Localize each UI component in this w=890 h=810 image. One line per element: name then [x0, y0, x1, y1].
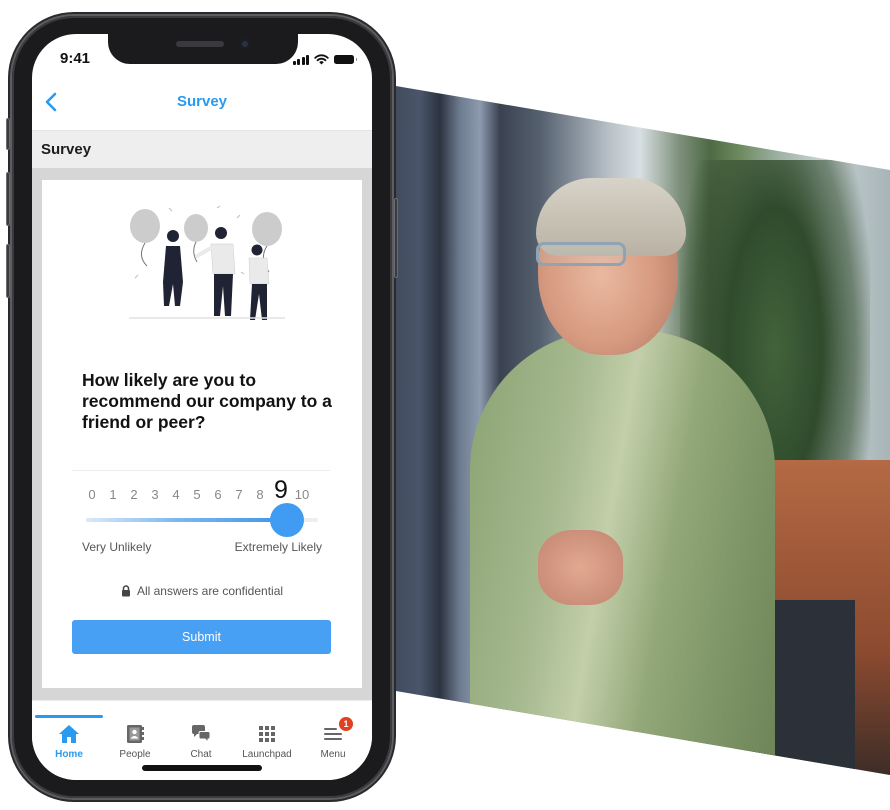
signal-icon — [292, 54, 309, 65]
phone-frame: 9:41 Survey Survey How likely are you to… — [6, 16, 398, 798]
slider-fill — [86, 518, 288, 522]
woman-in-green-blouse-photo — [390, 85, 890, 775]
woman-hands — [538, 530, 623, 605]
divider — [72, 470, 330, 471]
people-with-balloons-illustration — [129, 205, 285, 320]
scale-option-4[interactable]: 4 — [172, 487, 179, 502]
power-button — [394, 198, 398, 278]
navigation-bar: Survey — [32, 78, 372, 126]
phone-screen: 9:41 Survey Survey How likely are you to… — [32, 34, 372, 780]
scale-option-2[interactable]: 2 — [130, 487, 137, 502]
scale-option-1[interactable]: 1 — [109, 487, 116, 502]
tab-label: People — [119, 749, 151, 760]
scale-option-9[interactable]: 9 — [274, 476, 288, 505]
scale-option-8[interactable]: 8 — [256, 487, 263, 502]
home-icon — [59, 725, 79, 743]
menu-icon-wrapper: 1 — [322, 717, 353, 745]
home-indicator — [142, 765, 262, 771]
notch — [108, 34, 298, 64]
mute-switch — [6, 118, 10, 150]
tab-chat[interactable]: Chat — [167, 723, 235, 760]
survey-card: How likely are you to recommend our comp… — [42, 180, 362, 688]
tab-home[interactable]: Home — [35, 723, 103, 760]
scale-option-0[interactable]: 0 — [88, 487, 95, 502]
confidential-note: All answers are confidential — [42, 584, 362, 598]
tab-label: Home — [55, 749, 83, 760]
scale-option-3[interactable]: 3 — [151, 487, 158, 502]
status-icons — [292, 54, 357, 65]
section-header: Survey — [32, 130, 372, 168]
tab-menu[interactable]: 1 Menu — [299, 717, 367, 760]
label-very-unlikely: Very Unlikely — [82, 540, 152, 554]
tab-label: Chat — [190, 749, 212, 760]
scale-option-7[interactable]: 7 — [235, 487, 242, 502]
survey-question: How likely are you to recommend our comp… — [82, 370, 332, 432]
confidential-text: All answers are confidential — [136, 584, 284, 598]
notification-badge: 1 — [339, 717, 353, 731]
status-time: 9:41 — [60, 50, 91, 67]
label-extremely-likely: Extremely Likely — [234, 540, 322, 554]
woman-glasses — [536, 242, 626, 266]
lock-icon — [121, 585, 130, 597]
page-title: Survey — [176, 93, 228, 110]
front-camera — [240, 39, 250, 49]
speaker — [176, 41, 224, 47]
tab-label: Launchpad — [242, 749, 292, 760]
wifi-icon — [314, 54, 329, 65]
rating-scale: 0 1 2 3 4 5 6 7 8 9 10 — [88, 476, 322, 505]
scale-option-10[interactable]: 10 — [295, 487, 309, 502]
volume-up-button — [6, 172, 10, 226]
volume-down-button — [6, 244, 10, 298]
active-tab-indicator — [35, 715, 103, 718]
tab-launchpad[interactable]: Launchpad — [233, 723, 301, 760]
contacts-book-icon — [127, 725, 144, 743]
tab-people[interactable]: People — [101, 723, 169, 760]
section-title: Survey — [41, 141, 92, 158]
rating-slider[interactable] — [86, 503, 318, 537]
grid-icon — [259, 726, 275, 742]
submit-button[interactable]: Submit — [72, 620, 331, 654]
scale-option-6[interactable]: 6 — [214, 487, 221, 502]
battery-icon — [334, 55, 357, 64]
scale-option-5[interactable]: 5 — [193, 487, 200, 502]
tab-bar: Home People Chat Launchpad 1 Menu — [32, 700, 372, 780]
tab-label: Menu — [320, 749, 346, 760]
slider-thumb[interactable] — [270, 503, 305, 537]
chat-bubbles-icon — [192, 725, 211, 744]
